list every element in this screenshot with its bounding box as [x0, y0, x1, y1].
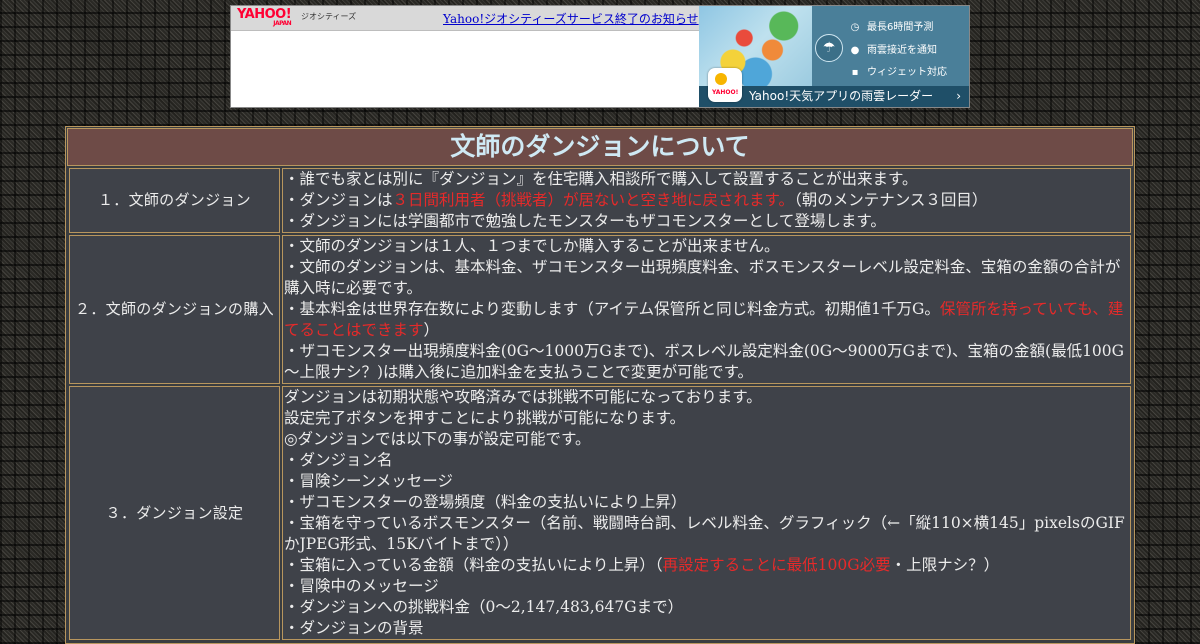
- warning-text: ３日間利用者（挑戦者）が居ないと空き地に戻されます。: [392, 191, 794, 209]
- list-item: ・宝箱を守っているボスモンスター（名前、戦闘時台詞、レベル料金、グラフィック（←…: [284, 514, 1125, 553]
- list-item: ・冒険中のメッセージ: [284, 577, 439, 595]
- text-segment: ・ダンジョンは: [284, 191, 393, 209]
- geocities-service-name: ジオシティーズ: [301, 12, 357, 21]
- section-heading: ２．文師のダンジョンの購入: [69, 235, 280, 384]
- service-end-notice-link[interactable]: Yahoo!ジオシティーズサービス終了のお知らせ: [443, 10, 699, 27]
- yahoo-japan-logo[interactable]: YAHOO! JAPAN: [237, 8, 292, 27]
- widget-grid-icon: ▪: [851, 67, 859, 78]
- clock-icon: ◷: [850, 22, 860, 33]
- list-item: ◎ダンジョンでは以下の事が設定可能です。: [284, 430, 591, 448]
- app-logo-text: YAHOO!: [712, 89, 739, 96]
- list-item: ダンジョンは初期状態や攻略済みでは挑戦不可能になっております。: [284, 388, 762, 406]
- warning-text: 再設定することに最低100G必要: [662, 556, 891, 574]
- list-item: ・ダンジョンは３日間利用者（挑戦者）が居ないと空き地に戻されます。（朝のメンテナ…: [284, 190, 1129, 211]
- section-heading: ３．ダンジョン設定: [69, 386, 280, 640]
- dungeon-info-table: １．文師のダンジョン ・誰でも家とは別に『ダンジョン』を住宅購入相談所で購入して設…: [67, 166, 1133, 642]
- ad-feature-label: 最長6時間予測: [867, 22, 934, 33]
- weather-app-icon: YAHOO!: [708, 68, 742, 102]
- list-item: ・ザコモンスター出現頻度料金(0G～1000万Gまで)、ボスレベル設定料金(0G…: [284, 342, 1125, 381]
- rain-cloud-icon: ☂: [815, 34, 843, 62]
- list-item: ・ダンジョンの背景: [284, 619, 424, 637]
- table-row: ３．ダンジョン設定 ダンジョンは初期状態や攻略済みでは挑戦不可能になっております。…: [69, 386, 1131, 640]
- ad-feature-2: ● 雨雲接近を通知: [849, 41, 937, 56]
- text-segment: ）: [423, 321, 440, 339]
- ad-feature-1: ◷ 最長6時間予測: [849, 18, 934, 33]
- list-item: ・ダンジョン名: [284, 451, 393, 469]
- text-segment: ・上限ナシ？）: [890, 556, 1000, 574]
- sun-icon: [715, 73, 727, 85]
- page-title: 文師のダンジョンについて: [67, 128, 1133, 166]
- list-item: ・ダンジョンへの挑戦料金（0～2,147,483,647Gまで）: [284, 598, 684, 616]
- section-body: ダンジョンは初期状態や攻略済みでは挑戦不可能になっております。 設定完了ボタンを押…: [282, 386, 1131, 640]
- dungeon-info-panel: 文師のダンジョンについて １．文師のダンジョン ・誰でも家とは別に『ダンジョン』を…: [65, 126, 1135, 644]
- table-row: １．文師のダンジョン ・誰でも家とは別に『ダンジョン』を住宅購入相談所で購入して設…: [69, 168, 1131, 233]
- geocities-banner: YAHOO! JAPAN ジオシティーズ Yahoo!ジオシティーズサービス終了…: [230, 5, 970, 108]
- section-body: ・誰でも家とは別に『ダンジョン』を住宅購入相談所で購入して設置することが出来ます…: [282, 168, 1131, 233]
- list-item: ・文師のダンジョンは１人、１つまでしか購入することが出来ません。: [284, 237, 780, 255]
- list-item: ・基本料金は世界存在数により変動します（アイテム保管所と同じ料金方式。初期値1千…: [284, 299, 1129, 341]
- chevron-right-icon: ›: [956, 89, 961, 103]
- section-body: ・文師のダンジョンは１人、１つまでしか購入することが出来ません。・文師のダンジョ…: [282, 235, 1131, 384]
- list-item: ・誰でも家とは別に『ダンジョン』を住宅購入相談所で購入して設置することが出来ます…: [284, 170, 918, 188]
- text-segment: （朝のメンテナンス３回目）: [793, 191, 988, 209]
- ad-feature-label: 雨雲接近を通知: [867, 45, 937, 56]
- list-item: ・文師のダンジョンは、基本料金、ザコモンスター出現頻度料金、ボスモンスターレベル…: [284, 258, 1121, 297]
- table-row: ２．文師のダンジョンの購入 ・文師のダンジョンは１人、１つまでしか購入することが出…: [69, 235, 1131, 384]
- list-item: ・ダンジョンには学園都市で勉強したモンスターもザコモンスターとして登場します。: [284, 212, 886, 230]
- text-segment: ・宝箱に入っている金額（料金の支払いにより上昇）（: [284, 556, 663, 574]
- list-item: ・冒険シーンメッセージ: [284, 472, 453, 490]
- ad-feature-label: ウィジェット対応: [867, 67, 947, 78]
- geocities-header-bar: YAHOO! JAPAN ジオシティーズ Yahoo!ジオシティーズサービス終了…: [231, 6, 699, 31]
- list-item: 設定完了ボタンを押すことにより挑戦が可能になります。: [284, 409, 686, 427]
- weather-app-ad[interactable]: ☂ ◷ 最長6時間予測 ● 雨雲接近を通知 ▪ ウィジェット対応 Yahoo!天気アプ…: [699, 6, 969, 107]
- ad-cta-text: Yahoo!天気アプリの雨雲レーダー: [749, 89, 934, 103]
- text-segment: ・基本料金は世界存在数により変動します（アイテム保管所と同じ料金方式。初期値1千…: [284, 300, 940, 318]
- location-pin-icon: ●: [850, 45, 860, 56]
- ad-feature-3: ▪ ウィジェット対応: [849, 63, 947, 78]
- list-item: ・ザコモンスターの登場頻度（料金の支払いにより上昇）: [284, 493, 687, 511]
- section-heading: １．文師のダンジョン: [69, 168, 280, 233]
- list-item: ・宝箱に入っている金額（料金の支払いにより上昇）（再設定することに最低100G必…: [284, 555, 1129, 576]
